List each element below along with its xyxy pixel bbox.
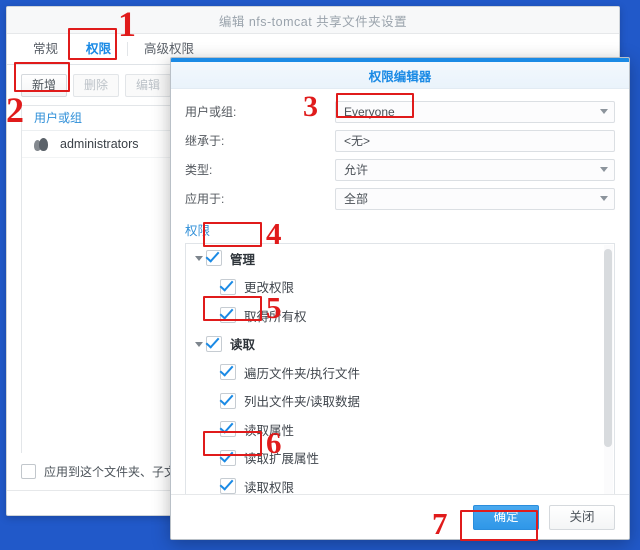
field-label-user-or-group: 用户或组: [185, 105, 237, 119]
type-value: 允许 [344, 163, 369, 177]
permission-checkbox[interactable] [220, 364, 236, 381]
permission-row[interactable]: 读取属性 [186, 415, 614, 444]
close-button[interactable]: 关闭 [549, 504, 615, 530]
permission-checkbox[interactable] [220, 278, 236, 295]
permission-row[interactable]: 更改权限 [186, 273, 614, 302]
field-user-or-group: 用户或组: Everyone [185, 97, 615, 126]
type-select[interactable]: 允许 [335, 158, 615, 181]
field-type: 类型: 允许 [185, 155, 615, 184]
apply-to-select[interactable]: 全部 [335, 187, 615, 210]
expand-collapse-triangle-icon[interactable] [192, 337, 206, 351]
tab-permissions[interactable]: 权限 [72, 34, 125, 64]
inherited-from-value-box: <无> [335, 129, 615, 152]
dialog-title: 权限编辑器 [368, 69, 432, 84]
dialog-footer: 确定 关闭 [171, 494, 629, 539]
permission-label: 更改权限 [244, 281, 295, 296]
field-label-apply-to: 应用于: [185, 192, 225, 206]
inherited-from-value: <无> [344, 134, 371, 148]
chevron-down-icon [600, 167, 608, 172]
field-label-inherited-from: 继承于: [185, 134, 225, 148]
permission-label: 取得所有权 [244, 309, 307, 324]
permission-label: 列出文件夹/读取数据 [244, 395, 360, 410]
permission-row[interactable]: 读取扩展属性 [186, 444, 614, 473]
permission-checkbox[interactable] [220, 449, 236, 466]
permissions-scrollbar-thumb[interactable] [604, 249, 612, 447]
permission-row[interactable]: 读取 [186, 330, 614, 359]
apply-to-value: 全部 [344, 192, 369, 206]
permission-checkbox[interactable] [220, 307, 236, 324]
permission-label: 遍历文件夹/执行文件 [244, 366, 360, 381]
list-item-label: administrators [60, 137, 139, 151]
permission-row[interactable]: 管理 [186, 244, 614, 273]
field-label-type: 类型: [185, 163, 213, 177]
permissions-tree: 管理更改权限取得所有权读取遍历文件夹/执行文件 列出文件夹/读取数据 读取属性读取扩… [185, 243, 615, 526]
permission-row[interactable]: 取得所有权 [186, 301, 614, 330]
permission-checkbox[interactable] [206, 250, 222, 267]
user-or-group-select[interactable]: Everyone [335, 100, 615, 123]
dialog-header: 权限编辑器 [171, 62, 629, 89]
permission-label: 管理 [230, 252, 256, 267]
apply-to-subfolders-checkbox[interactable] [21, 464, 36, 479]
ok-button[interactable]: 确定 [473, 504, 539, 530]
dialog-body: 用户或组: Everyone 继承于: <无> 类型: 允许 应用于: 全部 权… [171, 89, 629, 526]
permissions-tree-rows: 管理更改权限取得所有权读取遍历文件夹/执行文件 列出文件夹/读取数据 读取属性读取扩… [186, 244, 614, 525]
field-inherited-from: 继承于: <无> [185, 126, 615, 155]
user-or-group-value: Everyone [344, 104, 395, 119]
window-title: 编辑 nfs-tomcat 共享文件夹设置 [218, 14, 408, 29]
add-button[interactable]: 新增 [21, 74, 67, 97]
group-icon [34, 137, 50, 151]
permission-checkbox[interactable] [206, 335, 222, 352]
expand-collapse-triangle-icon[interactable] [192, 251, 206, 265]
permission-row[interactable]: 列出文件夹/读取数据 [186, 387, 614, 416]
chevron-down-icon [600, 196, 608, 201]
permissions-scrollbar-track[interactable] [604, 245, 613, 524]
permission-label: 读取扩展属性 [244, 452, 320, 467]
permission-checkbox[interactable] [220, 478, 236, 495]
permission-label: 读取权限 [244, 480, 295, 495]
permission-label: 读取 [230, 338, 256, 353]
permission-checkbox[interactable] [220, 392, 236, 409]
permission-label: 读取属性 [244, 423, 295, 438]
permission-editor-dialog: 权限编辑器 用户或组: Everyone 继承于: <无> 类型: 允许 应用于… [170, 57, 630, 540]
delete-button: 删除 [73, 74, 119, 97]
chevron-down-icon [600, 109, 608, 114]
permission-row[interactable]: 遍历文件夹/执行文件 [186, 358, 614, 387]
permission-checkbox[interactable] [220, 421, 236, 438]
tab-general[interactable]: 常规 [19, 34, 72, 64]
tab-divider [127, 42, 129, 56]
window-titlebar: 编辑 nfs-tomcat 共享文件夹设置 [7, 7, 619, 34]
edit-button: 编辑 [125, 74, 171, 97]
permissions-section-label: 权限 [185, 224, 211, 238]
field-apply-to: 应用于: 全部 [185, 184, 615, 213]
